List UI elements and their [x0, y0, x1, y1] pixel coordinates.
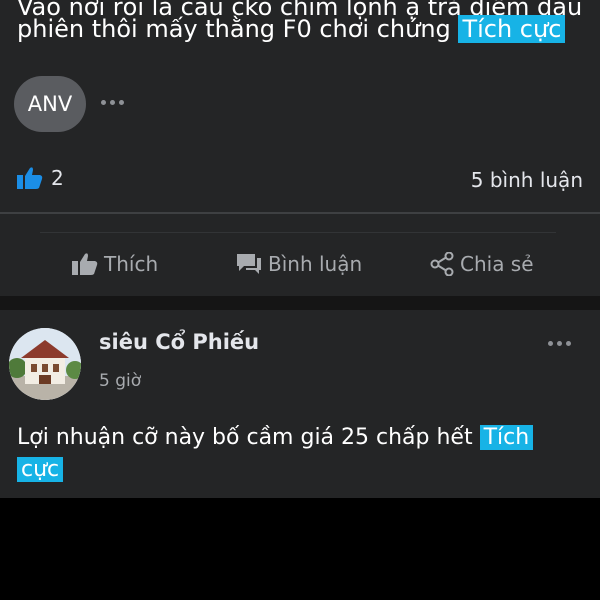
share-label: Chia sẻ: [460, 252, 534, 276]
comment-icon: [237, 254, 261, 274]
more-options-icon[interactable]: [101, 100, 124, 105]
like-count: 2: [51, 166, 64, 190]
post-time: 5 giờ: [99, 371, 142, 391]
comment-button[interactable]: Bình luận: [236, 252, 362, 276]
divider: [0, 212, 600, 214]
house-photo: [9, 328, 81, 400]
comment-count[interactable]: 5 bình luận: [471, 168, 583, 192]
thumbs-up-icon: [17, 167, 43, 189]
post-text-line2: phiên thôi mấy thằng F0 chơi chứng Tích …: [17, 12, 566, 46]
share-button[interactable]: Chia sẻ: [430, 252, 534, 276]
post-card: Vào nơi rồi là cầu cko chim lộnh ạ trả đ…: [0, 0, 600, 296]
share-icon: [430, 252, 454, 276]
like-label: Thích: [104, 252, 159, 276]
author-name[interactable]: siêu Cổ Phiếu: [99, 330, 259, 354]
like-summary[interactable]: 2: [17, 166, 64, 190]
comment-label: Bình luận: [268, 252, 363, 276]
sentiment-tag[interactable]: Tích: [479, 425, 534, 450]
divider: [40, 232, 556, 233]
author-avatar[interactable]: [9, 328, 81, 400]
card-separator: [0, 296, 600, 310]
post-body: Lợi nhuận cỡ này bố cầm giá 25 chấp hết: [17, 425, 473, 450]
post-text: Lợi nhuận cỡ này bố cầm giá 25 chấp hết …: [17, 422, 587, 486]
like-button[interactable]: Thích: [72, 252, 158, 276]
thumbs-up-icon: [72, 253, 98, 275]
commenter-avatar[interactable]: ANV: [14, 76, 86, 132]
post-text: phiên thôi mấy thằng F0 chơi chứng: [17, 15, 451, 43]
sentiment-tag[interactable]: Tích cực: [458, 15, 566, 43]
sentiment-tag-continued[interactable]: cực: [17, 457, 64, 482]
more-options-icon[interactable]: [548, 341, 571, 346]
